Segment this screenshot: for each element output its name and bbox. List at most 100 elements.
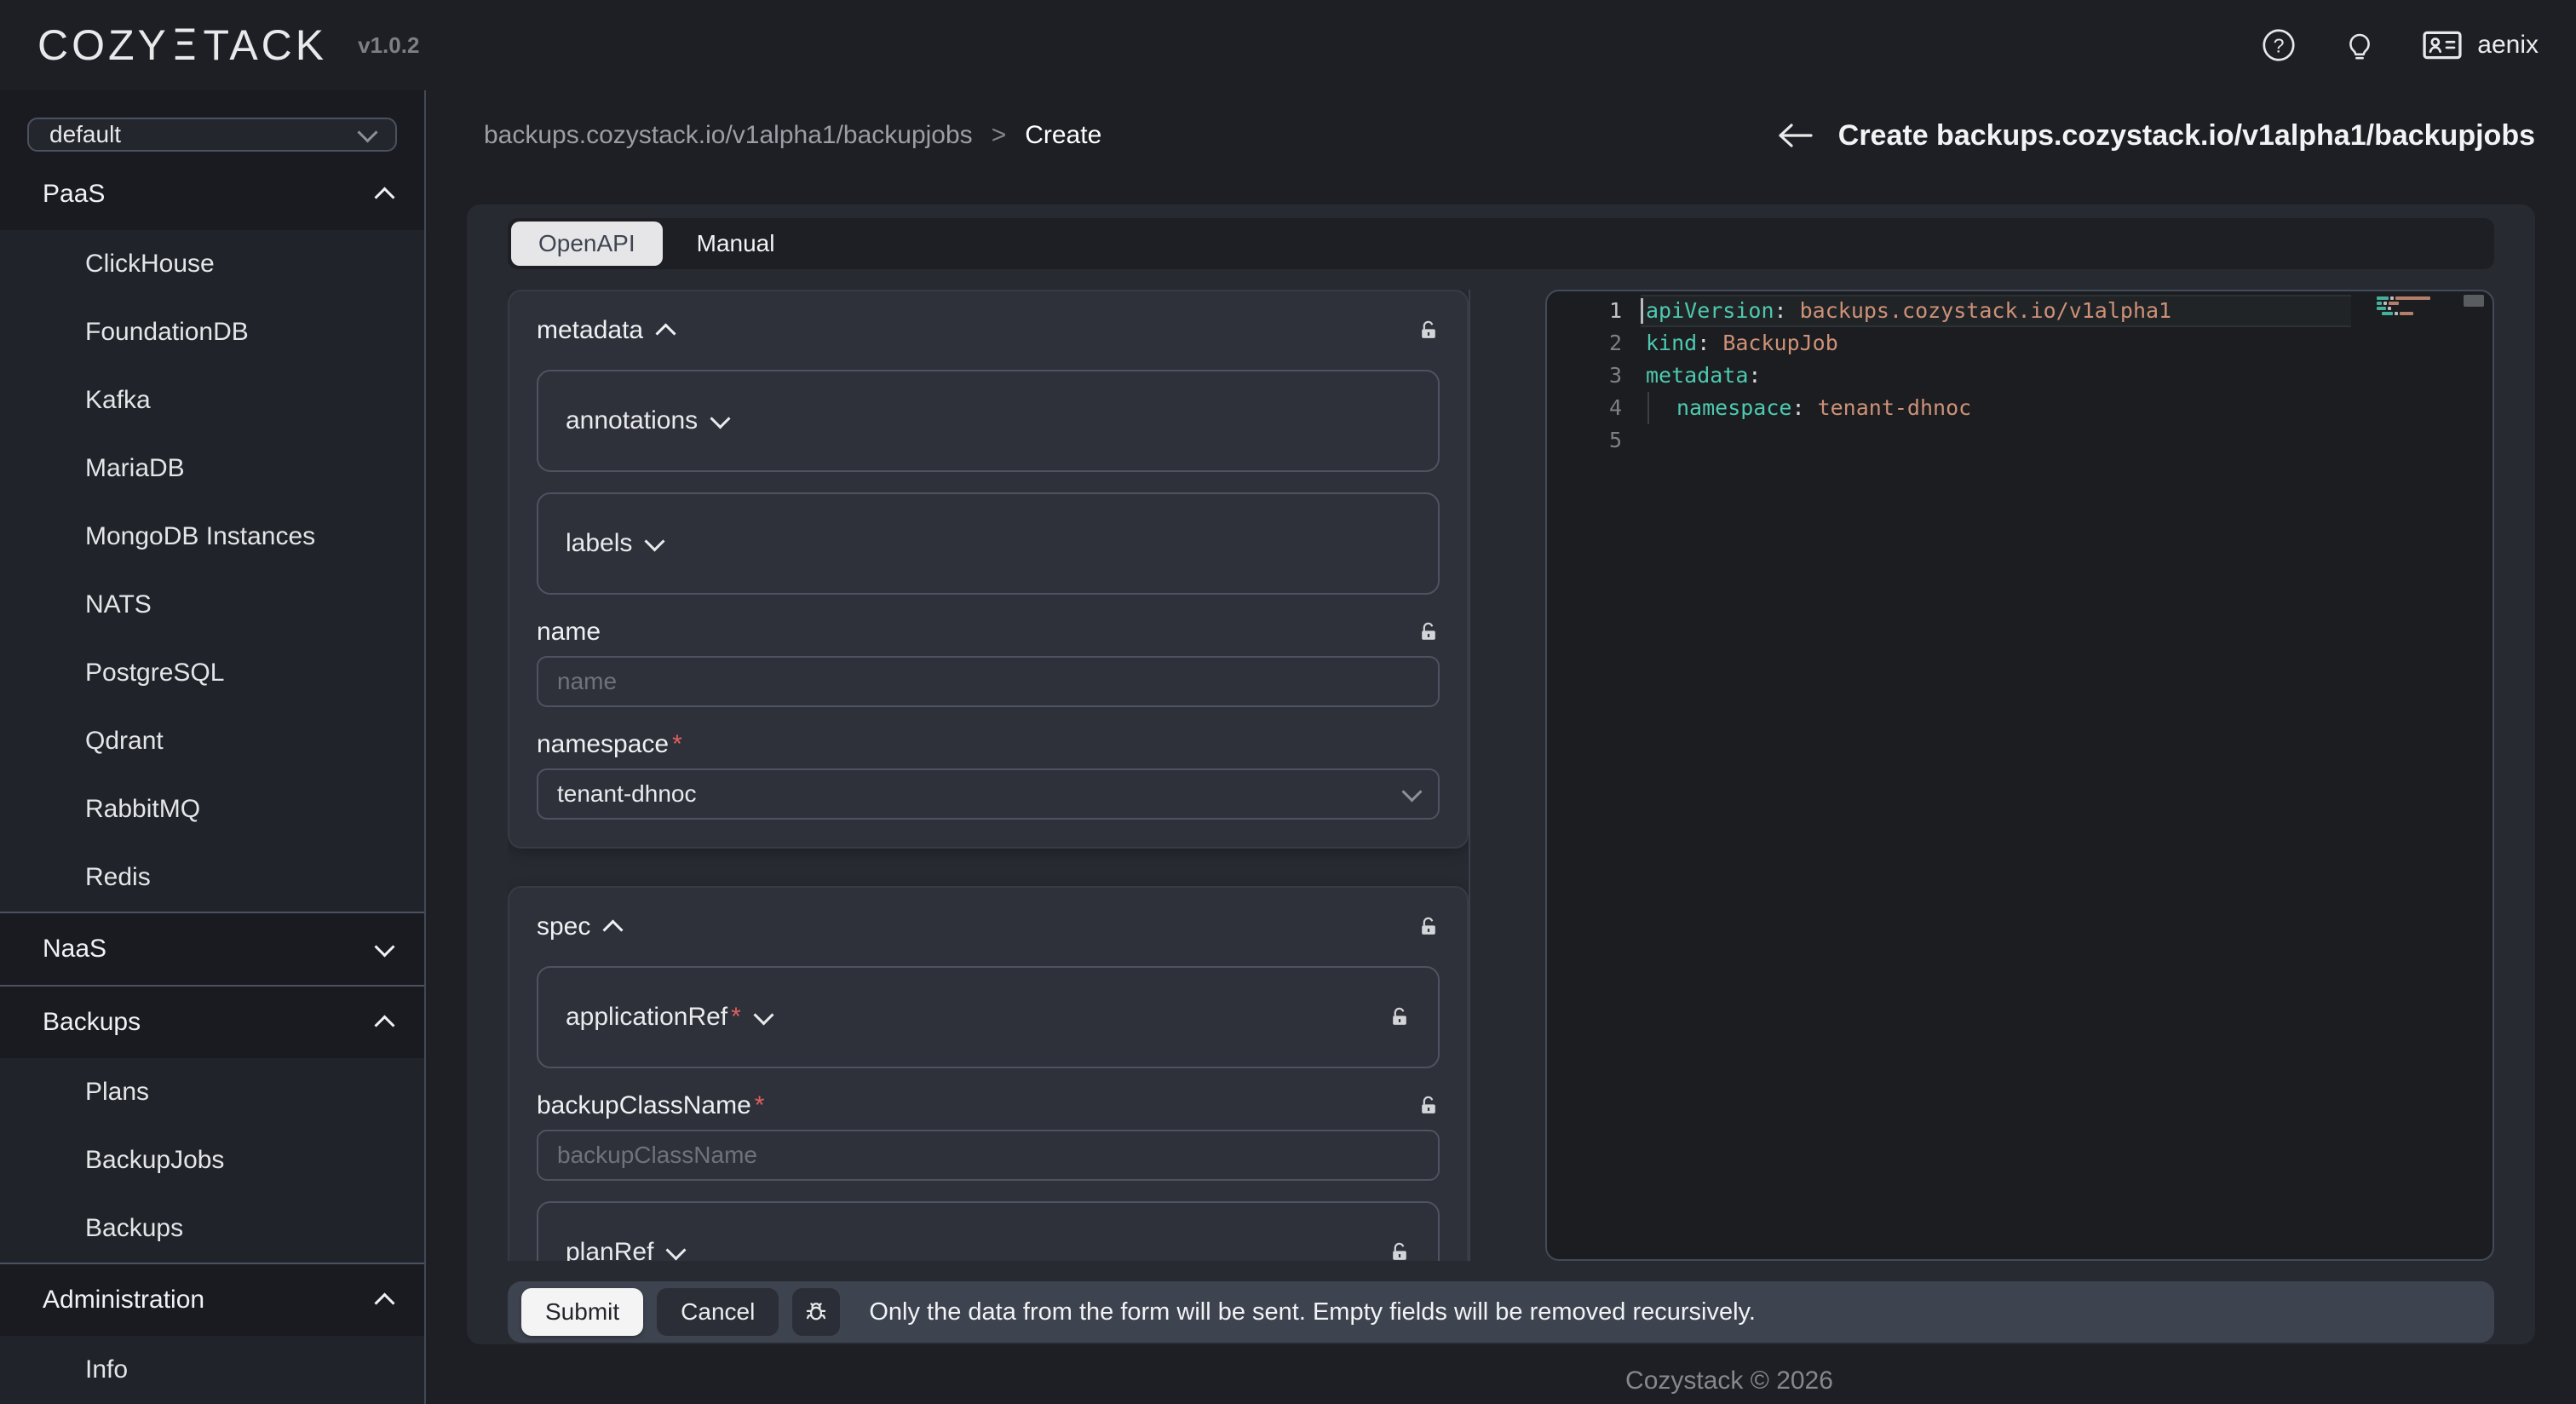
form-scroll-area[interactable]: metadata annotations labels	[508, 290, 1470, 1261]
editor-line: 5	[1547, 424, 2493, 457]
editor-line: 4namespace: tenant-dhnoc	[1547, 392, 2493, 424]
namespace-field-select[interactable]: tenant-dhnoc	[537, 768, 1440, 820]
application-ref-label: applicationRef*	[566, 1003, 741, 1032]
sidebar-item-mongodb-instances[interactable]: MongoDB Instances	[0, 503, 424, 571]
namespace-label: namespace*	[537, 730, 682, 759]
sidebar-item-nats[interactable]: NATS	[0, 571, 424, 639]
sidebar-item-qdrant[interactable]: Qdrant	[0, 707, 424, 775]
editor-minimap[interactable]	[2377, 296, 2431, 317]
name-unlock-icon[interactable]	[1417, 621, 1440, 643]
plan-ref-label: planRef	[566, 1238, 653, 1261]
back-arrow-icon[interactable]	[1775, 122, 1813, 149]
sidebar-item-rabbitmq[interactable]: RabbitMQ	[0, 775, 424, 843]
backup-class-name-label: backupClassName*	[537, 1091, 764, 1120]
spec-title: spec	[537, 912, 590, 941]
logo-text-suffix: TACK	[204, 20, 328, 70]
backup-class-name-unlock-icon[interactable]	[1417, 1095, 1440, 1117]
chevron-down-icon	[753, 1004, 773, 1025]
text-cursor	[1641, 298, 1643, 324]
sidebar-item-backupjobs[interactable]: BackupJobs	[0, 1126, 424, 1194]
sidebar-submenu: ClickHouseFoundationDBKafkaMariaDBMongoD…	[0, 230, 424, 912]
breadcrumb-separator: >	[992, 121, 1007, 150]
footer-copyright: Cozystack © 2026	[426, 1367, 2576, 1395]
form-note: Only the data from the form will be sent…	[869, 1298, 1756, 1326]
sidebar-item-redis[interactable]: Redis	[0, 843, 424, 912]
metadata-panel: metadata annotations labels	[508, 290, 1469, 849]
chevron-up-icon	[374, 1292, 394, 1313]
breadcrumb-path[interactable]: backups.cozystack.io/v1alpha1/backupjobs	[484, 121, 973, 150]
sidebar-section-naas[interactable]: NaaS	[0, 913, 424, 985]
main-content: backups.cozystack.io/v1alpha1/backupjobs…	[426, 90, 2576, 1404]
annotations-label: annotations	[566, 406, 698, 435]
logo-glyph: Ξ	[171, 20, 202, 70]
chevron-down-icon	[666, 1240, 687, 1260]
app-version: v1.0.2	[358, 32, 419, 59]
backup-class-name-input[interactable]	[537, 1130, 1440, 1181]
chevron-down-icon	[1401, 781, 1422, 802]
chevron-down-icon	[357, 122, 377, 142]
spec-panel: spec applicationRef*	[508, 886, 1469, 1261]
page-title: Create backups.cozystack.io/v1alpha1/bac…	[1838, 119, 2535, 152]
editor-line: 3metadata:	[1547, 360, 2493, 392]
namespace-value: tenant-dhnoc	[557, 780, 696, 808]
application-ref-group[interactable]: applicationRef*	[537, 966, 1440, 1068]
sidebar-submenu: Info	[0, 1336, 424, 1404]
yaml-editor[interactable]: 1apiVersion: backups.cozystack.io/v1alph…	[1545, 290, 2494, 1261]
tab-openapi[interactable]: OpenAPI	[511, 222, 663, 266]
tab-manual[interactable]: Manual	[670, 222, 802, 266]
sidebar-section-backups[interactable]: Backups	[0, 987, 424, 1058]
sidebar-item-kafka[interactable]: Kafka	[0, 366, 424, 434]
form-mode-tabs: OpenAPI Manual	[508, 218, 2494, 269]
indent-guide	[1647, 392, 1676, 424]
labels-group[interactable]: labels	[537, 492, 1440, 595]
chevron-down-icon	[710, 408, 731, 429]
debug-button[interactable]	[792, 1288, 840, 1336]
chevron-up-icon	[656, 323, 676, 343]
sidebar-section-administration[interactable]: Administration	[0, 1264, 424, 1336]
spec-collapse-toggle[interactable]: spec	[537, 912, 620, 941]
labels-label: labels	[566, 529, 632, 558]
plan-ref-group[interactable]: planRef	[537, 1201, 1440, 1261]
help-icon[interactable]	[2261, 27, 2297, 63]
sidebar-item-foundationdb[interactable]: FoundationDB	[0, 298, 424, 366]
theme-bulb-icon[interactable]	[2343, 28, 2377, 62]
breadcrumb: backups.cozystack.io/v1alpha1/backupjobs…	[484, 121, 1101, 150]
editor-lines: 1apiVersion: backups.cozystack.io/v1alph…	[1547, 295, 2493, 457]
name-label: name	[537, 618, 601, 647]
sidebar-item-mariadb[interactable]: MariaDB	[0, 434, 424, 503]
sidebar-item-plans[interactable]: Plans	[0, 1058, 424, 1126]
sidebar-section-paas[interactable]: PaaS	[0, 158, 424, 230]
metadata-collapse-toggle[interactable]: metadata	[537, 316, 673, 345]
sidebar-submenu: PlansBackupJobsBackups	[0, 1058, 424, 1263]
chevron-down-icon	[374, 936, 394, 957]
create-form-card: OpenAPI Manual metadata a	[467, 204, 2535, 1344]
cancel-button[interactable]: Cancel	[657, 1288, 779, 1336]
sidebar-item-postgresql[interactable]: PostgreSQL	[0, 639, 424, 707]
sidebar-item-clickhouse[interactable]: ClickHouse	[0, 230, 424, 298]
chevron-up-icon	[603, 919, 624, 940]
submit-button[interactable]: Submit	[521, 1288, 643, 1336]
sidebar: default PaaSClickHouseFoundationDBKafkaM…	[0, 90, 426, 1404]
bug-icon	[803, 1299, 829, 1325]
topbar: backups.cozystack.io/v1alpha1/backupjobs…	[426, 90, 2576, 181]
user-menu[interactable]: aenix	[2423, 31, 2539, 60]
form-action-bar: Submit Cancel Only the data from the for…	[508, 1281, 2494, 1343]
minimap-slider[interactable]	[2464, 295, 2484, 307]
name-input[interactable]	[537, 656, 1440, 707]
user-name: aenix	[2477, 31, 2539, 60]
plan-ref-unlock-icon[interactable]	[1389, 1241, 1411, 1261]
chevron-up-icon	[374, 1015, 394, 1035]
logo-text-prefix: COZY	[37, 20, 170, 70]
sidebar-item-backups[interactable]: Backups	[0, 1194, 424, 1263]
metadata-unlock-icon[interactable]	[1417, 319, 1440, 342]
app-logo: COZYΞTACK	[37, 20, 327, 70]
editor-line: 1apiVersion: backups.cozystack.io/v1alph…	[1547, 295, 2493, 327]
application-ref-unlock-icon[interactable]	[1389, 1006, 1411, 1028]
context-select-value: default	[49, 121, 121, 148]
chevron-up-icon	[374, 187, 394, 207]
app-header: COZYΞTACK v1.0.2 aenix	[0, 0, 2576, 90]
context-select[interactable]: default	[27, 118, 397, 152]
spec-unlock-icon[interactable]	[1417, 916, 1440, 938]
sidebar-item-info[interactable]: Info	[0, 1336, 424, 1404]
annotations-group[interactable]: annotations	[537, 370, 1440, 472]
